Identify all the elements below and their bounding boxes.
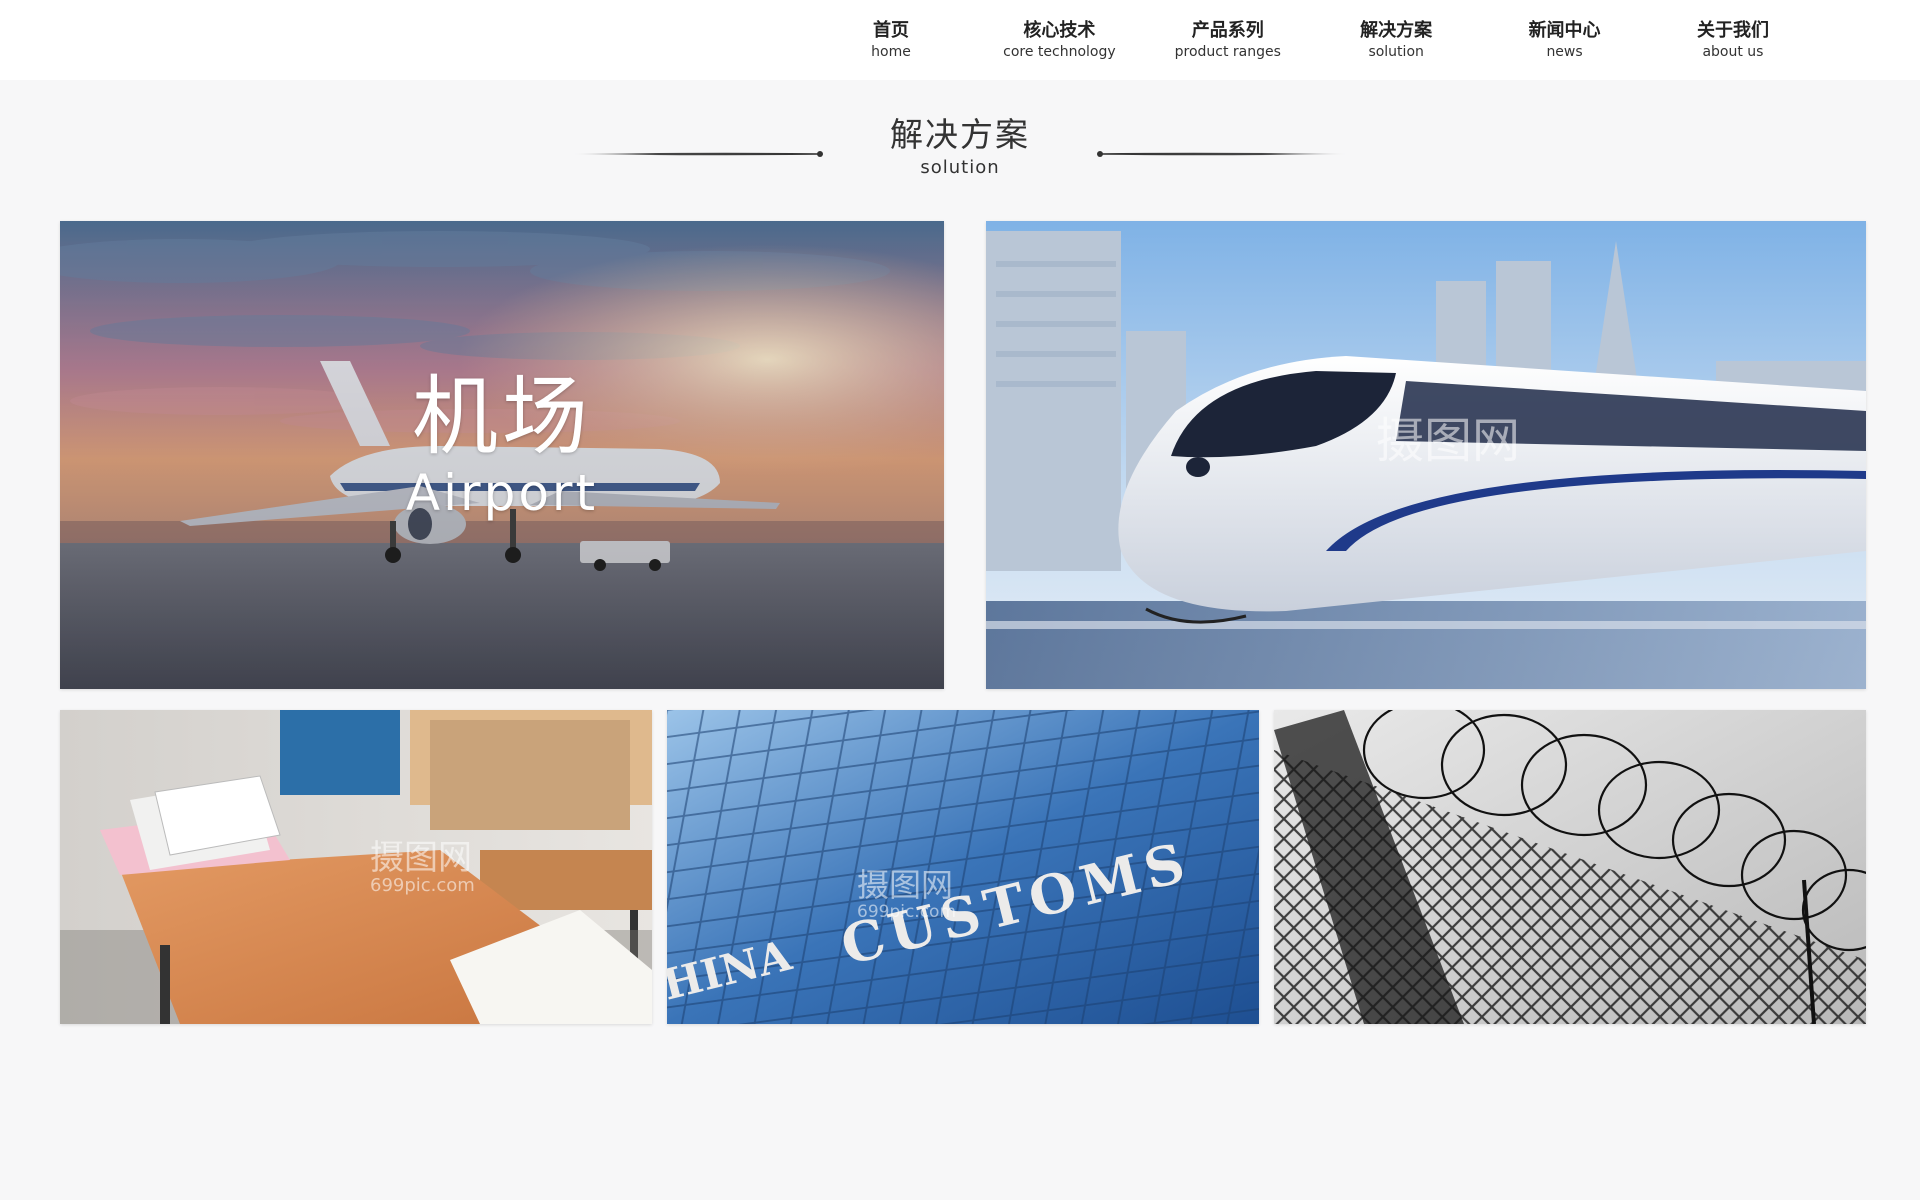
customs-sign-prefix: HINA [667,930,797,1009]
section-title-en: solution [920,157,1000,178]
nav-label-cn: 产品系列 [1191,19,1264,41]
airport-caption: 机场 Airport [60,221,944,689]
nav-label-en: home [871,43,911,60]
nav-label-en: core technology [1003,43,1116,60]
airport-title-cn: 机场 [412,367,592,467]
solution-card-school[interactable]: 摄图网 699pic.com [60,710,652,1024]
solution-card-customs[interactable]: HINA CUSTOMS 摄图网 699pic.com [667,710,1259,1024]
section-title: 解决方案 solution [0,115,1920,179]
nav-label-en: news [1546,43,1583,60]
nav-item-solution[interactable]: 解决方案 solution [1312,0,1480,80]
solution-card-prison[interactable] [1274,710,1866,1024]
solution-card-railway[interactable]: 摄图网 [986,221,1866,689]
nav-item-about-us[interactable]: 关于我们 about us [1649,0,1817,80]
nav-label-en: about us [1702,43,1764,60]
nav-item-product-ranges[interactable]: 产品系列 product ranges [1144,0,1312,80]
train-photo [986,221,1866,689]
airport-title-en: Airport [405,464,599,522]
razor-wire-photo [1274,710,1866,1024]
nav-label-cn: 核心技术 [1023,19,1096,41]
main-nav: 首页 home 核心技术 core technology 产品系列 produc… [807,0,1817,80]
nav-label-cn: 关于我们 [1696,19,1769,41]
customs-sign: HINA CUSTOMS [667,829,1197,1010]
solution-card-airport[interactable]: 机场 Airport [60,221,944,689]
classroom-photo [60,710,652,1024]
nav-item-home[interactable]: 首页 home [807,0,975,80]
top-header: 首页 home 核心技术 core technology 产品系列 produc… [0,0,1920,80]
nav-label-cn: 解决方案 [1360,19,1433,41]
customs-sign-text: CUSTOMS [835,829,1197,977]
nav-item-news[interactable]: 新闻中心 news [1481,0,1649,80]
nav-item-core-technology[interactable]: 核心技术 core technology [975,0,1143,80]
section-title-cn: 解决方案 [890,115,1030,154]
nav-label-cn: 新闻中心 [1528,19,1601,41]
nav-label-en: solution [1368,43,1424,60]
nav-label-en: product ranges [1174,43,1281,60]
nav-label-cn: 首页 [873,19,909,41]
